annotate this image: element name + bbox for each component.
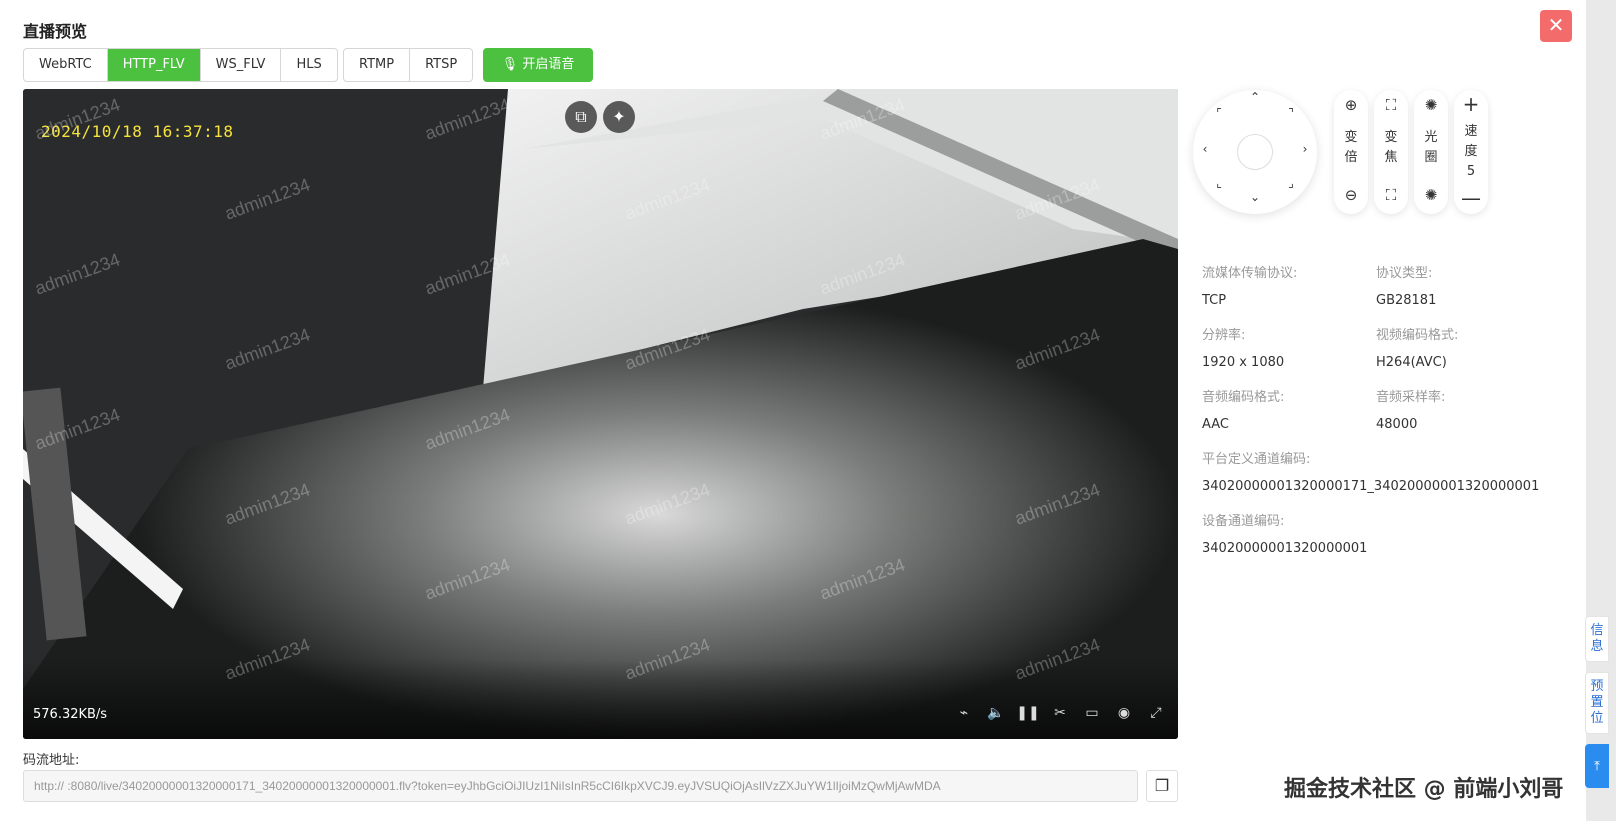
plus-icon[interactable]: +	[1454, 92, 1488, 116]
info-samplerate-value: 48000	[1376, 417, 1418, 432]
stream-url-label: 码流地址:	[23, 753, 80, 768]
focus-label: 变焦	[1384, 130, 1398, 165]
info-acodec-value: AAC	[1202, 417, 1229, 432]
chevron-down-icon[interactable]: ⌄	[1247, 190, 1263, 204]
protocol-group-2: RTMP RTSP	[343, 48, 474, 82]
enhance-button[interactable]: ✦	[603, 101, 635, 133]
ptz-zoom-control: ⊕ 变倍 ⊖	[1334, 90, 1368, 214]
video-player[interactable]: 2024/10/18 16:37:18 admin1234 admin1234 …	[23, 89, 1178, 739]
protocol-group-1: WebRTC HTTP_FLV WS_FLV HLS	[23, 48, 338, 82]
info-transport-value: TCP	[1202, 293, 1227, 308]
down-right-arrow-icon[interactable]: ⌟	[1283, 176, 1299, 190]
back-to-top-button[interactable]: ⤒	[1585, 744, 1609, 788]
chevron-left-icon[interactable]: ‹	[1197, 142, 1213, 156]
focus-far-icon[interactable]: ⛶	[1374, 186, 1408, 204]
info-resolution-value: 1920 x 1080	[1202, 355, 1285, 370]
bitrate-readout: 576.32KB/s	[33, 707, 108, 722]
info-device-channel-key: 设备通道编码:	[1202, 514, 1285, 529]
protocol-rtsp-button[interactable]: RTSP	[410, 49, 472, 81]
info-proto-type-value: GB28181	[1376, 293, 1437, 308]
info-proto-type-key: 协议类型:	[1376, 266, 1433, 281]
info-acodec-key: 音频编码格式:	[1202, 390, 1285, 405]
info-platform-channel-key: 平台定义通道编码:	[1202, 452, 1311, 467]
ptz-focus-control: ⛶ 变焦 ⛶	[1374, 90, 1408, 214]
live-preview-dialog: 直播预览 ✕ WebRTC HTTP_FLV WS_FLV HLS RTMP R…	[0, 0, 1586, 821]
ptz-iris-control: ✺ 光圈 ✺	[1414, 90, 1448, 214]
protocol-rtmp-button[interactable]: RTMP	[344, 49, 411, 81]
info-vcodec-value: H264(AVC)	[1376, 355, 1447, 370]
video-frame	[23, 89, 1178, 739]
minus-icon[interactable]: —	[1454, 186, 1488, 210]
chevron-up-icon[interactable]: ⌃	[1247, 90, 1263, 104]
ptz-speed-control: + 速度5 —	[1454, 90, 1488, 214]
screenshot-icon[interactable]: ◉	[1112, 701, 1136, 725]
iris-close-icon[interactable]: ✺	[1414, 186, 1448, 204]
pause-icon[interactable]: ❚❚	[1016, 701, 1040, 725]
ptz-center-button[interactable]	[1237, 134, 1273, 170]
info-platform-channel-value: 34020000001320000171_3402000000132000000…	[1202, 479, 1540, 494]
voice-button-label: 开启语音	[522, 57, 575, 72]
arrow-up-icon: ⤒	[1594, 759, 1600, 774]
speed-value: 5	[1466, 164, 1476, 179]
close-icon: ✕	[1547, 13, 1565, 37]
info-samplerate-key: 音频采样率:	[1376, 390, 1446, 405]
dialog-title: 直播预览	[23, 22, 88, 41]
waveform-icon[interactable]: ⌁	[952, 701, 976, 725]
up-right-arrow-icon[interactable]: ⌝	[1283, 106, 1299, 120]
protocol-http-flv-button[interactable]: HTTP_FLV	[107, 49, 201, 81]
scissors-icon[interactable]: ✂	[1048, 701, 1072, 725]
voice-button[interactable]: 🎙 开启语音	[483, 48, 593, 82]
info-device-channel-value: 34020000001320000001	[1202, 541, 1368, 556]
protocol-hls-button[interactable]: HLS	[281, 49, 336, 81]
side-tab-info[interactable]: 信息	[1585, 616, 1609, 662]
protocol-webrtc-button[interactable]: WebRTC	[24, 49, 108, 81]
speed-label: 速度5	[1454, 122, 1488, 182]
ptz-direction-pad: ⌃ ⌄ ‹ › ⌜ ⌝ ⌞ ⌟	[1193, 90, 1317, 214]
info-transport-key: 流媒体传输协议:	[1202, 266, 1298, 281]
copy-button[interactable]: ❐	[1146, 770, 1178, 802]
iris-open-icon[interactable]: ✺	[1414, 96, 1448, 114]
fullscreen-icon[interactable]: ⤢	[1144, 701, 1168, 725]
brand-watermark: 掘金技术社区 @ 前端小刘哥	[1284, 777, 1564, 802]
side-tab-preset[interactable]: 预置位	[1585, 672, 1609, 734]
picture-in-picture-icon: ⧉	[575, 107, 587, 126]
close-button[interactable]: ✕	[1540, 10, 1572, 42]
zoom-in-icon[interactable]: ⊕	[1334, 96, 1368, 114]
info-resolution-key: 分辨率:	[1202, 328, 1246, 343]
protocol-ws-flv-button[interactable]: WS_FLV	[201, 49, 282, 81]
iris-label: 光圈	[1424, 130, 1438, 165]
zoom-out-icon[interactable]: ⊖	[1334, 186, 1368, 204]
osd-timestamp: 2024/10/18 16:37:18	[41, 122, 234, 141]
copy-icon: ❐	[1154, 776, 1170, 795]
record-icon[interactable]: ▭	[1080, 701, 1104, 725]
up-left-arrow-icon[interactable]: ⌜	[1211, 106, 1227, 120]
picture-in-picture-button[interactable]: ⧉	[565, 101, 597, 133]
chevron-right-icon[interactable]: ›	[1297, 142, 1313, 156]
player-controls: ⌁ 🔈 ❚❚ ✂ ▭ ◉ ⤢	[952, 701, 1168, 725]
sparkle-icon: ✦	[612, 107, 626, 126]
focus-near-icon[interactable]: ⛶	[1374, 96, 1408, 114]
volume-icon[interactable]: 🔈	[984, 701, 1008, 725]
microphone-icon: 🎙	[501, 57, 519, 72]
zoom-label: 变倍	[1344, 130, 1358, 165]
info-vcodec-key: 视频编码格式:	[1376, 328, 1459, 343]
down-left-arrow-icon[interactable]: ⌞	[1211, 176, 1227, 190]
stream-url-input[interactable]: http:// :8080/live/34020000001320000171_…	[23, 770, 1138, 802]
